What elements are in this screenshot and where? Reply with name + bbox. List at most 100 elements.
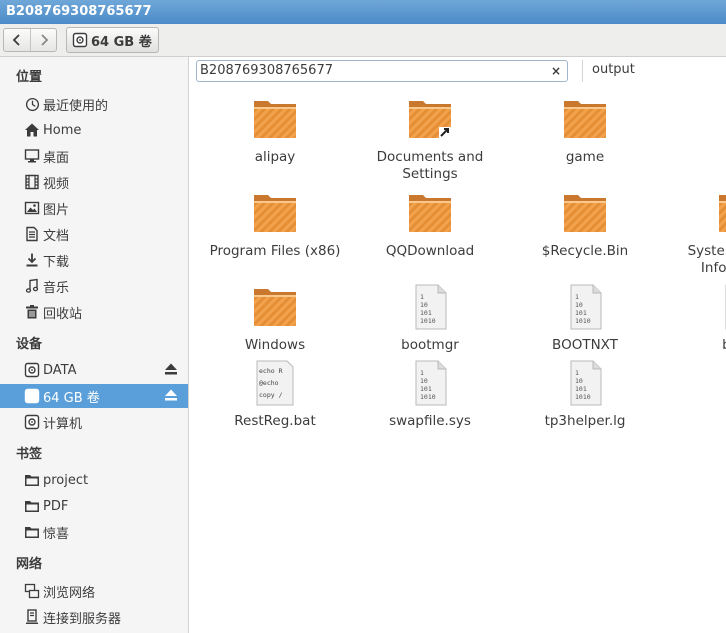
file-name: QQDownload	[385, 243, 475, 259]
drive-icon	[24, 388, 40, 404]
tab-output[interactable]: output	[582, 60, 635, 82]
sidebar-item-label: 计算机	[43, 416, 83, 432]
folder-icon	[24, 498, 40, 514]
file-item[interactable]: 1101011010 bssm	[670, 283, 726, 354]
sidebar-item-label: 视频	[43, 176, 70, 192]
sidebar-item-label: Home	[43, 122, 82, 138]
forward-button[interactable]	[30, 29, 56, 51]
svg-text:101: 101	[420, 309, 432, 317]
file-name: Windows	[244, 337, 306, 353]
file-name: game	[565, 149, 605, 165]
network-icon	[24, 583, 40, 599]
tab-strip: B208769308765677 × output	[190, 57, 726, 84]
folder-icon	[515, 95, 655, 143]
clock-icon	[24, 96, 40, 112]
sidebar-item-place[interactable]: 回收站	[0, 300, 188, 324]
trash-icon	[24, 304, 40, 320]
file-item[interactable]: QQDownload	[360, 189, 500, 260]
sidebar-item-place[interactable]: 最近使用的	[0, 92, 188, 116]
sidebar-item-place[interactable]: 桌面	[0, 144, 188, 168]
file-item[interactable]: echo R @echo copy / RestReg.bat	[205, 359, 345, 430]
sidebar-item-device[interactable]: DATA	[0, 358, 188, 382]
toolbar: 64 GB 卷	[0, 24, 726, 57]
sidebar-item-device[interactable]: 64 GB 卷	[0, 384, 188, 408]
file-name: swapfile.sys	[389, 413, 471, 429]
file-item[interactable]: System Volume Information	[670, 189, 726, 277]
location-label: 64 GB 卷	[91, 34, 152, 50]
sidebar-item-bookmark[interactable]: project	[0, 468, 188, 492]
file-name: System Volume Information	[687, 243, 726, 276]
sidebar-item-bookmark[interactable]: PDF	[0, 494, 188, 518]
binary-file-icon: 1101011010	[515, 359, 655, 407]
binary-file-icon: 1101011010	[360, 359, 500, 407]
svg-text:1: 1	[420, 369, 424, 377]
binary-file-icon: 1101011010	[670, 283, 726, 331]
home-icon	[24, 122, 40, 138]
sidebar-item-bookmark[interactable]: 惊喜	[0, 520, 188, 544]
drive-icon	[72, 32, 88, 48]
folder-icon	[205, 95, 345, 143]
svg-text:@echo: @echo	[259, 379, 279, 387]
file-item[interactable]: 1 10 101 1010 tp3helper.lg	[515, 359, 655, 430]
eject-icon[interactable]	[164, 362, 178, 376]
file-item[interactable]: Documents and Settings	[360, 95, 500, 183]
svg-text:echo R: echo R	[259, 367, 283, 375]
sidebar-item-place[interactable]: 音乐	[0, 274, 188, 298]
file-item[interactable]: 1 10 101 1010 bootmgr	[360, 283, 500, 354]
film-icon	[24, 174, 40, 190]
file-item[interactable]: alipay	[205, 95, 345, 166]
sidebar-item-place[interactable]: 视频	[0, 170, 188, 194]
drive-icon	[24, 362, 40, 378]
music-icon	[24, 278, 40, 294]
server-icon	[24, 609, 40, 625]
folder-icon	[205, 283, 345, 331]
svg-text:1010: 1010	[420, 317, 436, 325]
sidebar-item-label: 惊喜	[43, 526, 70, 542]
svg-text:1: 1	[575, 293, 579, 301]
drive-icon	[24, 414, 40, 430]
sidebar-item-label: project	[43, 472, 89, 488]
tab-current[interactable]: B208769308765677 ×	[196, 60, 568, 82]
svg-text:1010: 1010	[420, 393, 436, 401]
close-icon[interactable]: ×	[548, 63, 564, 79]
sidebar-item-label: PDF	[43, 498, 69, 514]
file-item[interactable]: Windows	[205, 283, 345, 354]
file-item[interactable]: game	[515, 95, 655, 166]
sidebar-item-place[interactable]: 下载	[0, 248, 188, 272]
binary-file-icon: 1101011010	[515, 283, 655, 331]
sidebar-heading-device: 设备	[16, 337, 43, 352]
svg-text:10: 10	[575, 377, 583, 385]
eject-icon[interactable]	[164, 388, 178, 402]
location-crumb[interactable]: 64 GB 卷	[66, 27, 159, 53]
folder-icon	[670, 189, 726, 237]
sidebar-item-device[interactable]: 计算机	[0, 410, 188, 434]
sidebar-item-label: 音乐	[43, 280, 70, 296]
sidebar-item-network[interactable]: 浏览网络	[0, 579, 188, 603]
sidebar-item-label: 连接到服务器	[43, 611, 122, 627]
sidebar-item-place[interactable]: Home	[0, 118, 188, 142]
sidebar-item-network[interactable]: 连接到服务器	[0, 605, 188, 629]
file-item[interactable]: $Recycle.Bin	[515, 189, 655, 260]
download-icon	[24, 252, 40, 268]
file-item[interactable]: 1 10 101 1010 BOOTNXT	[515, 283, 655, 354]
window-title: B208769308765677	[0, 0, 726, 24]
sidebar-item-label: 浏览网络	[43, 585, 96, 601]
file-name: tp3helper.lg	[544, 413, 626, 429]
sidebar-heading-network: 网络	[16, 557, 43, 572]
sidebar-heading-place: 位置	[16, 70, 43, 85]
sidebar-item-label: 回收站	[43, 306, 83, 322]
svg-text:1010: 1010	[575, 393, 591, 401]
back-button[interactable]	[4, 29, 30, 51]
svg-text:101: 101	[420, 385, 432, 393]
picture-icon	[24, 200, 40, 216]
sidebar: 位置最近使用的 Home 桌面视频图片 文档 下载音乐回收站 设备 DATA 64 GB 卷计…	[0, 57, 189, 633]
svg-text:1010: 1010	[575, 317, 591, 325]
folder-icon	[205, 189, 345, 237]
file-name: bootmgr	[401, 337, 459, 353]
sidebar-item-place[interactable]: 文档	[0, 222, 188, 246]
sidebar-item-place[interactable]: 图片	[0, 196, 188, 220]
file-item[interactable]: 1 10 101 1010 swapfile.sys	[360, 359, 500, 430]
svg-text:copy /: copy /	[259, 391, 283, 399]
file-item[interactable]: Program Files (x86)	[205, 189, 345, 260]
file-grid: alipay Documents and Settings game Program …	[190, 84, 726, 633]
